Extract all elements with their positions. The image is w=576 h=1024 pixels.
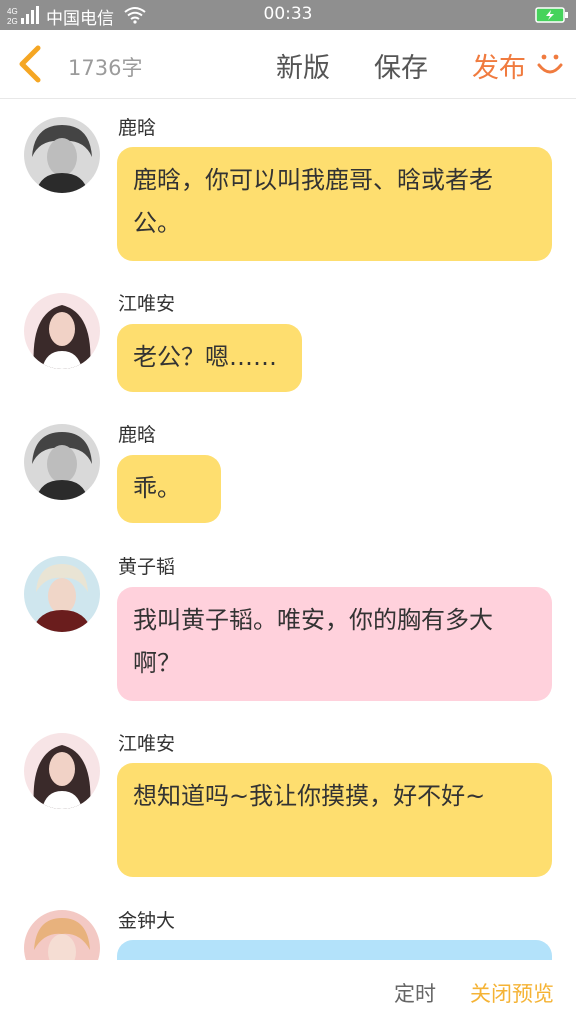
message-bubble[interactable]: 我叫黄子韬。唯安，你的胸有多大啊？ xyxy=(117,587,552,701)
sender-name: 江唯安 xyxy=(118,733,176,755)
sender-name: 黄子韬 xyxy=(118,556,176,578)
close-preview-button[interactable]: 关闭预览 xyxy=(470,978,554,1008)
editor-toolbar: 1736字 新版 保存 发布 xyxy=(0,30,576,99)
sender-name: 鹿晗 xyxy=(118,424,157,446)
avatar[interactable] xyxy=(24,117,100,193)
chevron-left-icon[interactable] xyxy=(14,44,44,84)
message-bubble[interactable]: 想知道吗~我让你摸摸，好不好~ xyxy=(117,763,552,877)
avatar[interactable] xyxy=(24,556,100,632)
publish-button[interactable]: 发布 xyxy=(472,46,526,85)
chat-message: 金钟大 xyxy=(0,889,576,960)
word-count: 1736字 xyxy=(68,56,143,80)
avatar[interactable] xyxy=(24,733,100,809)
clock: 00:33 xyxy=(263,4,313,24)
sender-name: 江唯安 xyxy=(118,293,176,315)
avatar[interactable] xyxy=(24,293,100,369)
message-bubble[interactable]: 鹿晗，你可以叫我鹿哥、晗或者老公。 xyxy=(117,147,552,261)
status-bar: 4G 2G 中国电信 00:33 xyxy=(0,0,576,30)
schedule-button[interactable]: 定时 xyxy=(394,978,436,1008)
save-button[interactable]: 保存 xyxy=(374,46,428,85)
message-bubble[interactable] xyxy=(117,940,552,960)
smile-icon[interactable] xyxy=(536,51,564,79)
sender-name: 鹿晗 xyxy=(118,117,157,139)
sender-name: 金钟大 xyxy=(118,910,176,932)
message-bubble[interactable]: 老公？嗯…… xyxy=(117,324,302,392)
message-bubble[interactable]: 乖。 xyxy=(117,455,221,523)
avatar[interactable] xyxy=(24,910,100,960)
charging-battery-icon xyxy=(535,7,568,23)
avatar[interactable] xyxy=(24,424,100,500)
bottom-bar: 定时 关闭预览 xyxy=(0,960,576,1024)
new-version-button[interactable]: 新版 xyxy=(276,46,330,85)
